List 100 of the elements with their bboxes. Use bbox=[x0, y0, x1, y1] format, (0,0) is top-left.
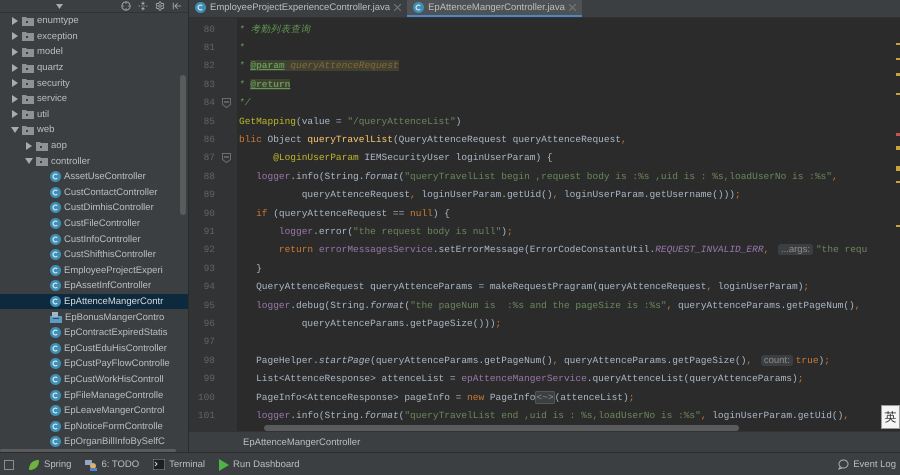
tree-item[interactable]: CustContactController bbox=[0, 184, 188, 200]
folder-icon bbox=[36, 156, 48, 166]
code-line: * bbox=[238, 42, 245, 54]
tree-item[interactable]: EpAttenceMangerContr bbox=[0, 294, 188, 310]
fold-marker-icon[interactable] bbox=[222, 98, 231, 108]
tree-item[interactable]: util bbox=[0, 106, 188, 122]
scrollbar-thumb[interactable] bbox=[180, 75, 186, 215]
collapse-arrow-icon[interactable] bbox=[10, 64, 18, 72]
folder-icon bbox=[22, 46, 34, 57]
class-icon bbox=[50, 405, 61, 416]
play-icon bbox=[219, 458, 230, 470]
folder-icon bbox=[22, 62, 34, 73]
expand-arrow-icon[interactable] bbox=[10, 126, 18, 134]
tree-item[interactable]: CustShifthisController bbox=[0, 246, 188, 262]
tree-item[interactable]: EpFileManageControlle bbox=[0, 387, 188, 403]
tree-item[interactable]: EpCustWorkHisControll bbox=[0, 372, 188, 388]
hide-panel-icon[interactable] bbox=[172, 1, 182, 11]
code-line: queryAttenceParams.getPageSize())); bbox=[300, 318, 502, 329]
tree-item[interactable]: web bbox=[0, 122, 188, 138]
locate-icon[interactable] bbox=[121, 1, 131, 11]
tree-item[interactable]: model bbox=[0, 44, 188, 60]
tree-item[interactable]: controller bbox=[0, 153, 188, 169]
class-icon bbox=[50, 280, 61, 292]
resource-icon bbox=[50, 311, 62, 324]
panel-toggle-icon[interactable] bbox=[4, 460, 14, 470]
scrollbar-thumb[interactable] bbox=[264, 425, 739, 431]
code-line: * 考勤列表查询 bbox=[238, 22, 310, 36]
tree-item[interactable]: EpOrganBillInfoBySelfC bbox=[0, 434, 188, 450]
fold-marker-icon[interactable] bbox=[222, 152, 231, 163]
code-line: PageHelper.startPage(queryAttenceParams.getPageNum(), queryAttenceParams.getPageSize(), count: true); bbox=[255, 354, 830, 366]
collapse-arrow-icon[interactable] bbox=[10, 94, 18, 103]
folder-icon bbox=[22, 109, 34, 120]
class-icon bbox=[50, 249, 61, 260]
speech-bubble-icon bbox=[838, 459, 850, 470]
code-line: logger.debug(String.format("the pageNum is :%s and the pageSize is :%s", queryAttenceParams.getPageNum(), bbox=[255, 300, 860, 311]
expand-arrow-icon[interactable] bbox=[24, 157, 32, 166]
settings-icon[interactable] bbox=[155, 1, 165, 11]
code-line: PageInfo<AttenceResponse> pageInfo = new PageInfo<~>(attenceList); bbox=[255, 392, 634, 402]
class-icon bbox=[50, 296, 61, 307]
folder-icon bbox=[22, 78, 34, 88]
editor-tab[interactable]: EpAttenceMangerController.java bbox=[407, 0, 582, 17]
tool-window-button[interactable]: Spring bbox=[28, 458, 72, 470]
collapse-arrow-icon[interactable] bbox=[10, 48, 18, 56]
tree-item[interactable]: exception bbox=[0, 28, 188, 44]
folder-icon bbox=[22, 31, 34, 42]
class-icon bbox=[50, 436, 61, 448]
code-line: QueryAttenceRequest queryAttenceParams = makeRequestPragram(queryAttenceRequest, loginUserParam); bbox=[255, 281, 810, 292]
tree-item[interactable]: CustFileController bbox=[0, 216, 188, 232]
code-line: */ bbox=[238, 97, 250, 108]
class-icon bbox=[50, 264, 61, 276]
tree-item[interactable]: EpCustEduHisController bbox=[0, 340, 188, 356]
class-icon bbox=[50, 234, 61, 245]
class-icon bbox=[50, 171, 61, 182]
code-line: List<AttenceResponse> attenceList = epAttenceMangerService.queryAttenceList(queryAttenceParams); bbox=[255, 373, 804, 384]
code-line: blic Object queryTravelList(QueryAttenceRequest queryAttenceRequest, bbox=[238, 134, 627, 146]
tool-window-button[interactable]: Terminal bbox=[153, 459, 206, 470]
tool-window-button[interactable]: 6: TODO bbox=[85, 458, 140, 470]
input-method-indicator[interactable]: 英 bbox=[881, 405, 900, 429]
class-icon bbox=[195, 2, 206, 13]
tree-item[interactable]: EpLeaveMangerControl bbox=[0, 402, 188, 418]
tree-item[interactable]: EmployeeProjectExperi bbox=[0, 262, 188, 278]
close-icon[interactable] bbox=[394, 4, 402, 11]
breadcrumb[interactable]: EpAttenceMangerController bbox=[243, 436, 360, 448]
folder-icon bbox=[36, 140, 48, 151]
code-line: GetMapping(value = "/queryAttenceList") bbox=[238, 116, 462, 127]
tree-item[interactable]: service bbox=[0, 90, 188, 107]
tool-window-button[interactable]: Event Log bbox=[838, 459, 896, 470]
tree-item[interactable]: EpCustPayFlowControlle bbox=[0, 356, 188, 372]
leaf-icon bbox=[28, 458, 40, 470]
collapse-arrow-icon[interactable] bbox=[10, 16, 18, 25]
class-icon bbox=[50, 218, 61, 230]
class-icon bbox=[50, 374, 61, 385]
tree-item[interactable]: EpBonusMangerContro bbox=[0, 309, 188, 325]
class-icon bbox=[50, 390, 61, 401]
tree-item[interactable]: security bbox=[0, 75, 188, 91]
class-icon bbox=[50, 186, 61, 198]
folder-icon bbox=[22, 94, 34, 104]
collapse-arrow-icon[interactable] bbox=[10, 110, 18, 118]
tree-item[interactable]: EpContractExpiredStatis bbox=[0, 324, 188, 340]
class-icon bbox=[50, 358, 61, 370]
tree-item[interactable]: AssetUseController bbox=[0, 168, 188, 185]
class-icon bbox=[50, 202, 61, 214]
tree-item[interactable]: CustDimhisController bbox=[0, 200, 188, 216]
tree-item[interactable]: EpAssetInfController bbox=[0, 278, 188, 294]
code-line: logger.error("the request body is null"); bbox=[278, 226, 513, 237]
code-line: } bbox=[255, 262, 262, 274]
tool-window-button[interactable]: Run Dashboard bbox=[219, 458, 300, 470]
code-line: logger.info(String.format("queryTravelList end ,uid is : %s,loadUserNo is :%s", loginUserParam.getUid(), bbox=[255, 410, 850, 421]
tree-item[interactable]: aop bbox=[0, 138, 188, 154]
caret-icon[interactable] bbox=[56, 4, 63, 8]
collapse-arrow-icon[interactable] bbox=[24, 142, 32, 150]
tree-item[interactable]: EpNoticeFormControlle bbox=[0, 418, 188, 434]
collapse-arrow-icon[interactable] bbox=[10, 32, 18, 40]
tree-item[interactable]: CustInfoController bbox=[0, 231, 188, 247]
collapse-arrow-icon[interactable] bbox=[10, 79, 18, 88]
terminal-icon bbox=[153, 459, 166, 470]
editor-tab[interactable]: EmployeeProjectExperienceController.java bbox=[189, 0, 408, 17]
tree-item[interactable]: quartz bbox=[0, 60, 188, 76]
tree-item[interactable]: enumtype bbox=[0, 13, 188, 29]
code-line: logger.info(String.format("queryTravelList begin ,request body is :%s ,uid is : %s,loadUserNo is :%s", bbox=[255, 170, 838, 182]
